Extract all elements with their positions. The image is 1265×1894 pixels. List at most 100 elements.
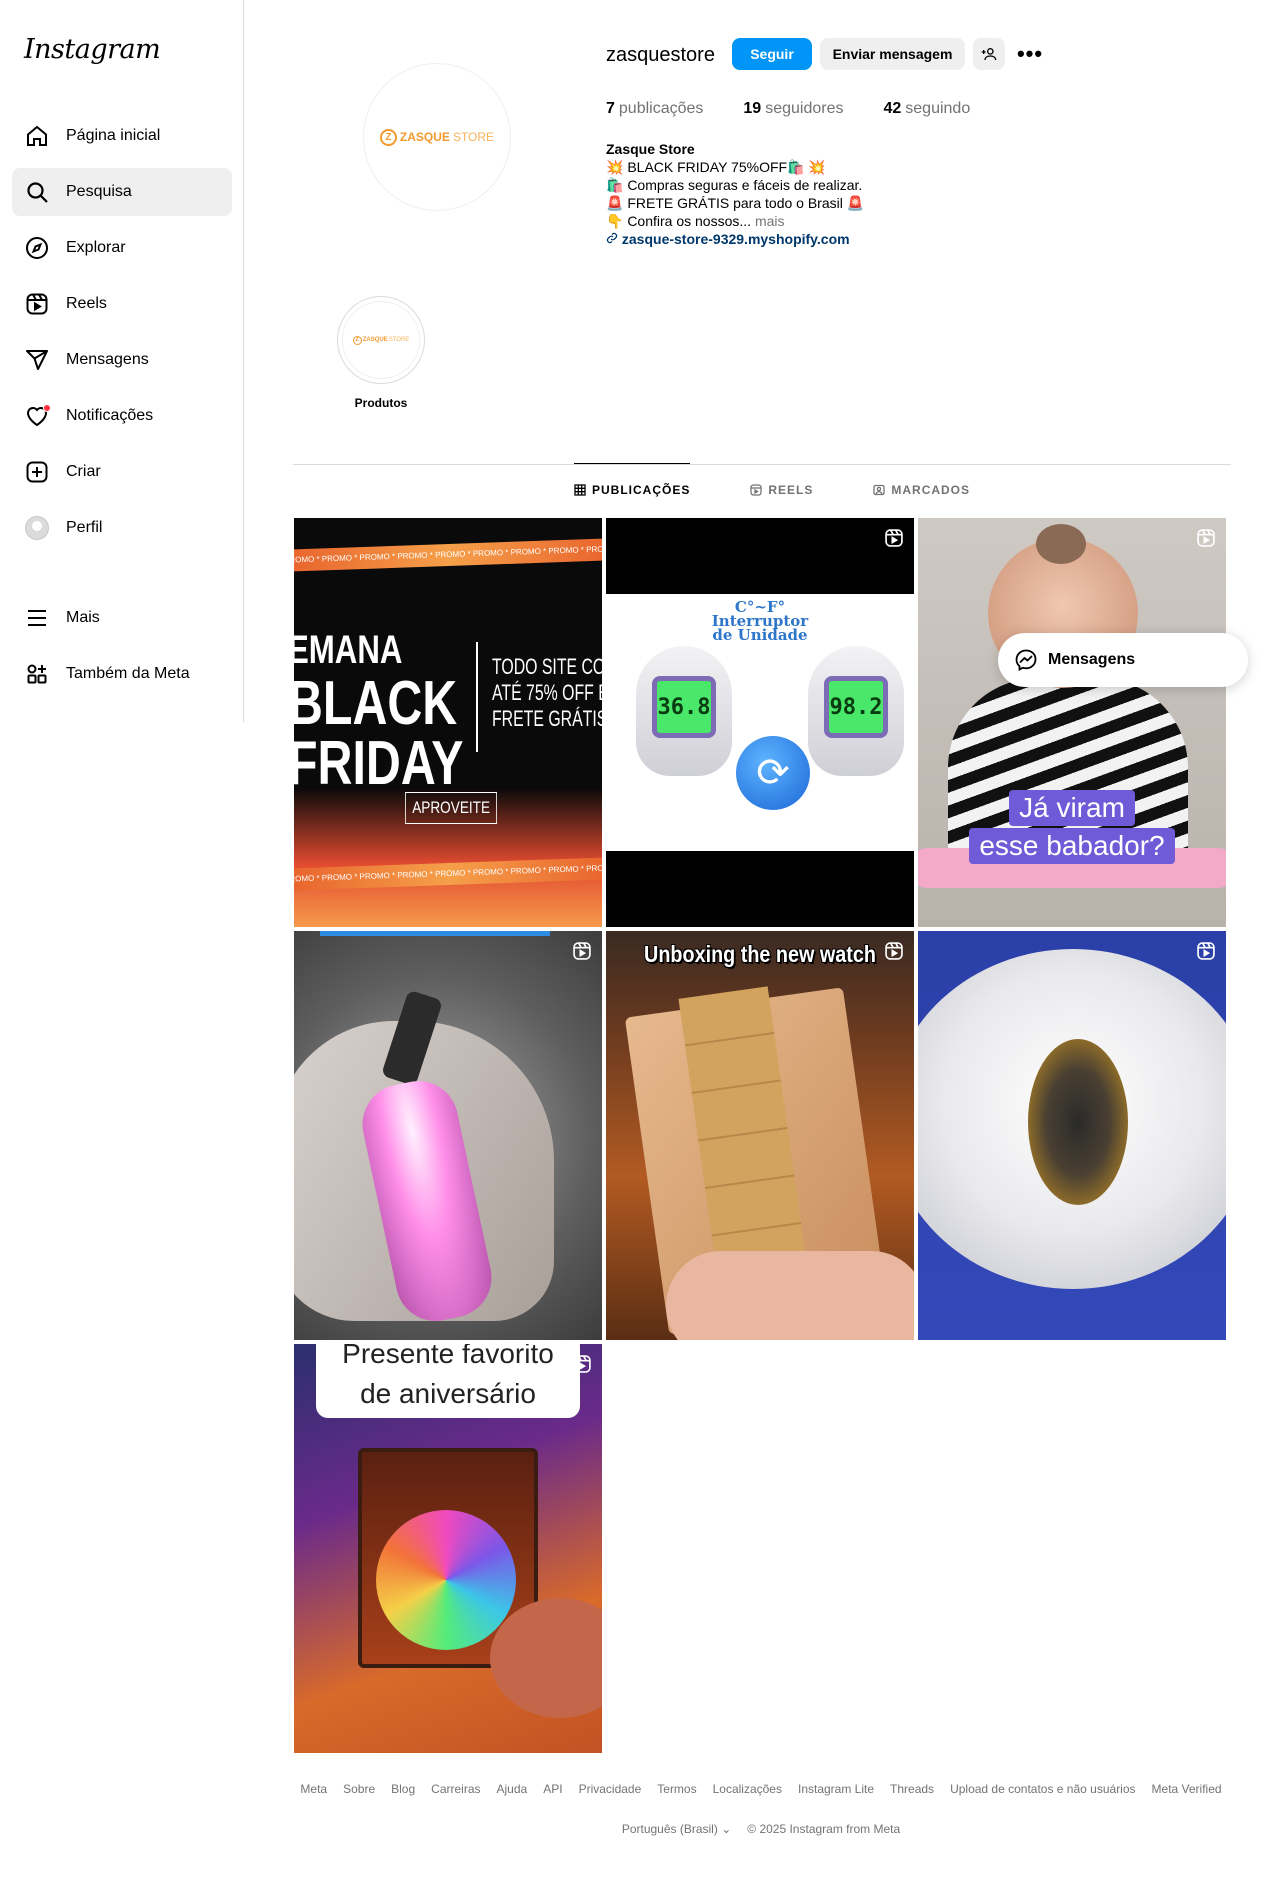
thermometer-reading: 36.8 <box>652 676 716 738</box>
bio-link-row[interactable]: zasque-store-9329.myshopify.com <box>606 230 864 248</box>
sidebar-item-messages[interactable]: Mensagens <box>12 336 232 384</box>
heart-icon <box>24 403 51 429</box>
brand-logo: Z ZASQUE STORE <box>379 128 494 146</box>
sidebar-item-search[interactable]: Pesquisa <box>12 168 232 216</box>
footer-link[interactable]: Ajuda <box>497 1782 528 1796</box>
profile-avatar[interactable]: Z ZASQUE STORE <box>363 63 511 211</box>
notification-dot <box>43 404 51 412</box>
profile-username: zasquestore <box>606 44 715 66</box>
shop-bag-icon: Z <box>379 128 397 146</box>
post-birthday-gift[interactable]: Presente favorito de aniversário <box>294 1344 602 1753</box>
plus-square-icon <box>24 459 50 485</box>
bio-line: 🚨 FRETE GRÁTIS para todo o Brasil 🚨 <box>606 195 865 211</box>
footer-link[interactable]: Termos <box>657 1782 696 1796</box>
footer-link[interactable]: Threads <box>890 1782 934 1796</box>
footer-bottom: Português (Brasil) ⌄ © 2025 Instagram fr… <box>294 1822 1228 1836</box>
profile-display-name: Zasque Store <box>606 141 695 157</box>
profile-stats: 7 publicações 19 seguidores 42 seguindo <box>606 100 970 118</box>
sidebar-bottom-nav: Mais Também da Meta <box>12 594 232 706</box>
sidebar-item-label: Reels <box>66 295 107 312</box>
highlight-ring: Z ZASQUE STORE <box>337 296 425 384</box>
following-count[interactable]: 42 seguindo <box>883 100 970 118</box>
footer-link[interactable]: Instagram Lite <box>798 1782 874 1796</box>
tab-posts[interactable]: PUBLICAÇÕES <box>574 463 691 515</box>
sidebar-item-also-from-meta[interactable]: Também da Meta <box>12 650 232 698</box>
footer-links: Meta Sobre Blog Carreiras Ajuda API Priv… <box>294 1782 1228 1796</box>
more-options-button[interactable]: ••• <box>1014 38 1046 70</box>
post-caption: Unboxing the new watch <box>644 941 876 967</box>
footer-link[interactable]: Blog <box>391 1782 415 1796</box>
followers-count[interactable]: 19 seguidores <box>743 100 843 118</box>
follow-button[interactable]: Seguir <box>732 38 812 70</box>
footer-link[interactable]: Meta <box>300 1782 327 1796</box>
language-selector[interactable]: Português (Brasil) ⌄ <box>622 1822 731 1836</box>
post-glowing-pen[interactable] <box>294 931 602 1340</box>
post-text: C°~F° Interruptor de Unidade <box>711 598 809 644</box>
footer-link[interactable]: Privacidade <box>579 1782 642 1796</box>
messenger-icon <box>1015 649 1037 672</box>
footer-link[interactable]: API <box>543 1782 562 1796</box>
footer-link[interactable]: Meta Verified <box>1152 1782 1222 1796</box>
story-highlight[interactable]: Z ZASQUE STORE Produtos <box>337 296 425 410</box>
tagged-icon <box>873 484 886 496</box>
sidebar-item-label: Notificações <box>66 407 154 424</box>
sidebar-item-label: Pesquisa <box>66 183 132 200</box>
footer-link[interactable]: Sobre <box>343 1782 375 1796</box>
suggest-users-button[interactable] <box>973 38 1005 70</box>
reel-badge-icon <box>573 942 591 960</box>
link-icon <box>606 232 618 244</box>
sidebar-item-label: Página inicial <box>66 127 161 144</box>
tab-reels[interactable]: REELS <box>750 464 813 516</box>
footer-link[interactable]: Upload de contatos e não usuários <box>950 1782 1135 1796</box>
home-icon <box>24 123 50 149</box>
tab-tagged[interactable]: MARCADOS <box>873 464 970 516</box>
sidebar-item-label: Perfil <box>66 519 103 536</box>
sidebar-item-notifications[interactable]: Notificações <box>12 392 232 440</box>
sidebar-item-create[interactable]: Criar <box>12 448 232 496</box>
messages-floating-button[interactable]: Mensagens <box>998 633 1248 687</box>
shop-bag-icon: Z <box>352 335 362 345</box>
reel-badge-icon <box>573 1355 591 1373</box>
posts-grid: PROMO * PROMO * PROMO * PROMO * PROMO * … <box>294 518 1228 1753</box>
grid-icon <box>574 483 586 496</box>
post-caption: Presente favorito <box>342 1344 554 1369</box>
post-thermometer[interactable]: C°~F° Interruptor de Unidade 36.8 98.2 ⟳ <box>606 518 914 927</box>
footer-link[interactable]: Localizações <box>713 1782 782 1796</box>
sidebar-item-more[interactable]: Mais <box>12 594 232 642</box>
post-caption: de aniversário <box>360 1378 536 1409</box>
post-text: TODO SITE COM ATÉ 75% OFF E FRETE GRÁTIS <box>492 654 602 731</box>
sidebar-nav: Página inicial Pesquisa Explorar Reels M… <box>12 112 232 560</box>
bio-link[interactable]: zasque-store-9329.myshopify.com <box>622 231 850 247</box>
bio-line: 👇 Confira os nossos... mais <box>606 213 785 229</box>
led-ball-image <box>376 1510 516 1650</box>
compass-icon <box>24 235 50 261</box>
reel-badge-icon <box>885 529 903 547</box>
profile-bio: Zasque Store 💥 BLACK FRIDAY 75%OFF🛍️ 💥 🛍… <box>606 140 864 248</box>
post-cleaning-closeup[interactable] <box>918 931 1226 1340</box>
swap-icon: ⟳ <box>736 736 810 810</box>
search-icon <box>24 179 50 205</box>
footer-link[interactable]: Carreiras <box>431 1782 480 1796</box>
sidebar-item-label: Mensagens <box>66 351 149 368</box>
send-icon <box>24 347 50 373</box>
posts-count: 7 publicações <box>606 100 704 117</box>
post-baby-bib[interactable]: Já viram esse babador? <box>918 518 1226 927</box>
reels-icon <box>750 484 762 496</box>
post-unboxing[interactable]: Unboxing the new watch <box>606 931 914 1340</box>
post-black-friday[interactable]: PROMO * PROMO * PROMO * PROMO * PROMO * … <box>294 518 602 927</box>
bio-more-link[interactable]: mais <box>755 213 785 229</box>
reel-badge-icon <box>1197 942 1215 960</box>
sidebar: Instagram Página inicial Pesquisa Explor… <box>0 0 244 722</box>
sidebar-item-label: Mais <box>66 609 100 626</box>
avatar <box>24 515 50 541</box>
send-message-button[interactable]: Enviar mensagem <box>820 38 965 70</box>
sidebar-item-profile[interactable]: Perfil <box>12 504 232 552</box>
sidebar-item-home[interactable]: Página inicial <box>12 112 232 160</box>
add-person-icon <box>981 48 997 61</box>
instagram-logo[interactable]: Instagram <box>24 34 161 65</box>
chevron-down-icon: ⌄ <box>721 1822 732 1836</box>
post-caption: Já viram <box>918 790 1226 826</box>
post-text: EMANA <box>294 628 403 672</box>
sidebar-item-reels[interactable]: Reels <box>12 280 232 328</box>
sidebar-item-explore[interactable]: Explorar <box>12 224 232 272</box>
